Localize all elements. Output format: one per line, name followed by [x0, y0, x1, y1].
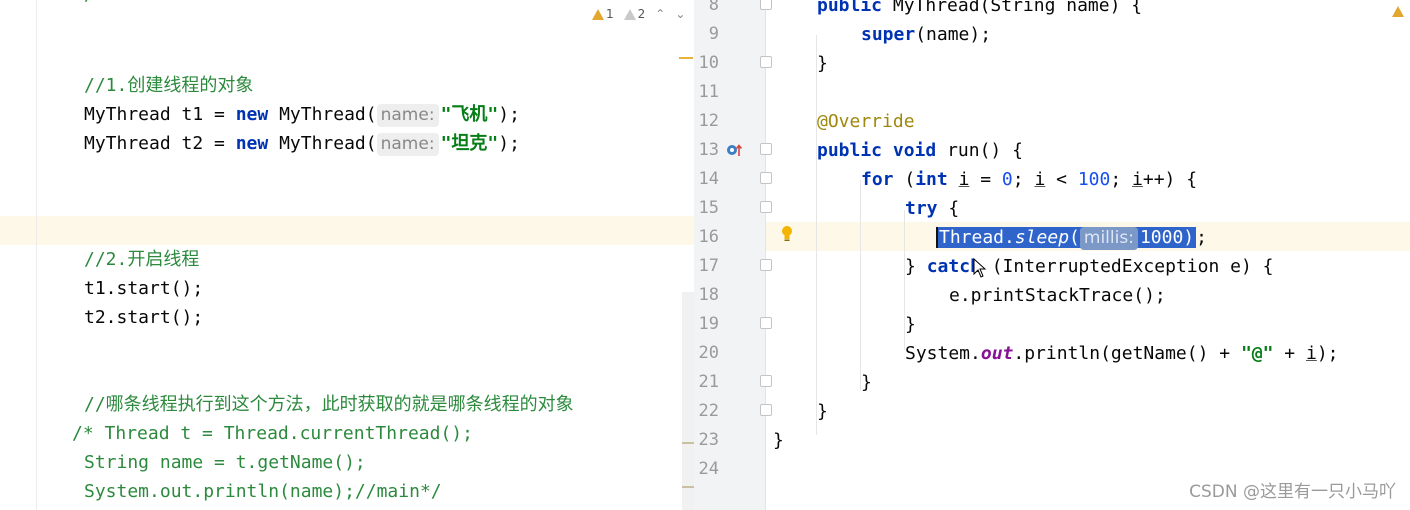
line-number: 12	[698, 111, 719, 131]
line-number: 9	[708, 24, 719, 44]
weak-warning-counter[interactable]: 2	[623, 7, 645, 21]
current-line-highlight	[0, 216, 694, 245]
code-line: try {	[905, 198, 960, 219]
chevron-down-icon[interactable]: ⌄	[675, 7, 685, 21]
line-number: 17	[698, 256, 719, 276]
code-line: MyThread t1 = new MyThread(name: "飞机");	[84, 104, 520, 127]
warning-counter[interactable]: 1	[592, 7, 614, 21]
code-line: MyThread t2 = new MyThread(name: "坦克");	[84, 133, 520, 156]
line-number: 13	[698, 140, 719, 160]
vertical-scrollbar[interactable]	[682, 292, 694, 510]
code-annotation: @Override	[817, 111, 915, 132]
line-number: 19	[698, 314, 719, 334]
scroll-marker	[682, 442, 694, 444]
watermark: CSDN @这里有一只小马吖	[1189, 482, 1396, 502]
line-number: 24	[698, 459, 719, 479]
code-line[interactable]: Thread.sleep(millis: 1000);	[936, 223, 1207, 252]
fold-toggle-icon[interactable]	[760, 201, 772, 213]
code-line: }	[905, 314, 916, 335]
code-line: t1.start();	[84, 278, 204, 299]
mouse-cursor-icon	[973, 258, 987, 278]
code-comment: //2.开启线程	[84, 249, 200, 270]
parameter-hint: name:	[376, 133, 439, 156]
scroll-marker	[679, 57, 693, 59]
warning-icon	[592, 8, 604, 20]
line-number: 21	[698, 372, 719, 392]
code-comment: //哪条线程执行到这个方法，此时获取的就是哪条线程的对象	[84, 394, 574, 415]
code-line: }	[817, 401, 828, 422]
text-selection[interactable]: Thread.sleep(millis: 1000)	[936, 227, 1197, 250]
code-line: }	[773, 430, 784, 451]
line-number: 11	[698, 82, 719, 102]
fold-toggle-icon[interactable]	[760, 0, 772, 10]
code-line: public MyThread(String name) {	[817, 0, 1143, 16]
fold-toggle-icon[interactable]	[760, 404, 772, 416]
gutter-divider	[36, 0, 37, 510]
code-line: System.out.println(getName() + "@" + i);	[905, 343, 1339, 364]
fold-toggle-icon[interactable]	[760, 375, 772, 387]
fold-toggle-icon[interactable]	[760, 317, 772, 329]
fold-toggle-icon[interactable]	[760, 172, 772, 184]
line-number: 16	[698, 227, 719, 247]
scroll-marker	[682, 486, 694, 488]
code-line: e.printStackTrace();	[949, 285, 1166, 306]
chevron-up-icon[interactable]: ⌃	[655, 7, 665, 21]
code-comment: String name = t.getName();	[84, 452, 366, 473]
line-number: 22	[698, 401, 719, 421]
line-number: 18	[698, 285, 719, 305]
code-line: for (int i = 0; i < 100; i++) {	[861, 169, 1198, 190]
line-number: 15	[698, 198, 719, 218]
code-line: }	[817, 53, 828, 74]
code-line-fragment: /	[84, 0, 95, 9]
inspection-widget[interactable]: 1 2 ⌃ ⌄	[592, 4, 685, 24]
fold-toggle-icon[interactable]	[760, 56, 772, 68]
fold-toggle-icon[interactable]	[760, 143, 772, 155]
parameter-hint: millis:	[1079, 227, 1138, 250]
line-number: 14	[698, 169, 719, 189]
indent-guide	[816, 35, 817, 435]
code-line: } catch (InterruptedException e) {	[905, 256, 1274, 277]
fold-toggle-icon[interactable]	[760, 259, 772, 271]
parameter-hint: name:	[376, 104, 439, 127]
warning-icon[interactable]	[1392, 6, 1404, 17]
right-editor-pane[interactable]: 8 9 10 11 12 13 14 15 16 17 18 19 20 21 …	[694, 0, 1410, 510]
override-method-icon[interactable]	[726, 142, 742, 158]
code-comment: System.out.println(name);//main*/	[84, 481, 442, 502]
code-comment: /* Thread t = Thread.currentThread();	[72, 423, 473, 444]
line-number: 10	[698, 53, 719, 73]
code-line: t2.start();	[84, 307, 204, 328]
indent-guide	[860, 180, 861, 390]
code-comment: //1.创建线程的对象	[84, 75, 254, 96]
code-line: public void run() {	[817, 140, 1023, 161]
weak-warning-icon	[623, 8, 636, 20]
line-number: 23	[698, 430, 719, 450]
line-number: 8	[708, 0, 719, 15]
code-line: super(name);	[861, 24, 992, 45]
code-line: }	[861, 372, 872, 393]
line-number: 20	[698, 343, 719, 363]
lightbulb-icon[interactable]	[780, 225, 794, 243]
left-editor-pane[interactable]: / 1 2 ⌃ ⌄ //1.创建线程的对象 MyThread t1 = new …	[0, 0, 694, 510]
